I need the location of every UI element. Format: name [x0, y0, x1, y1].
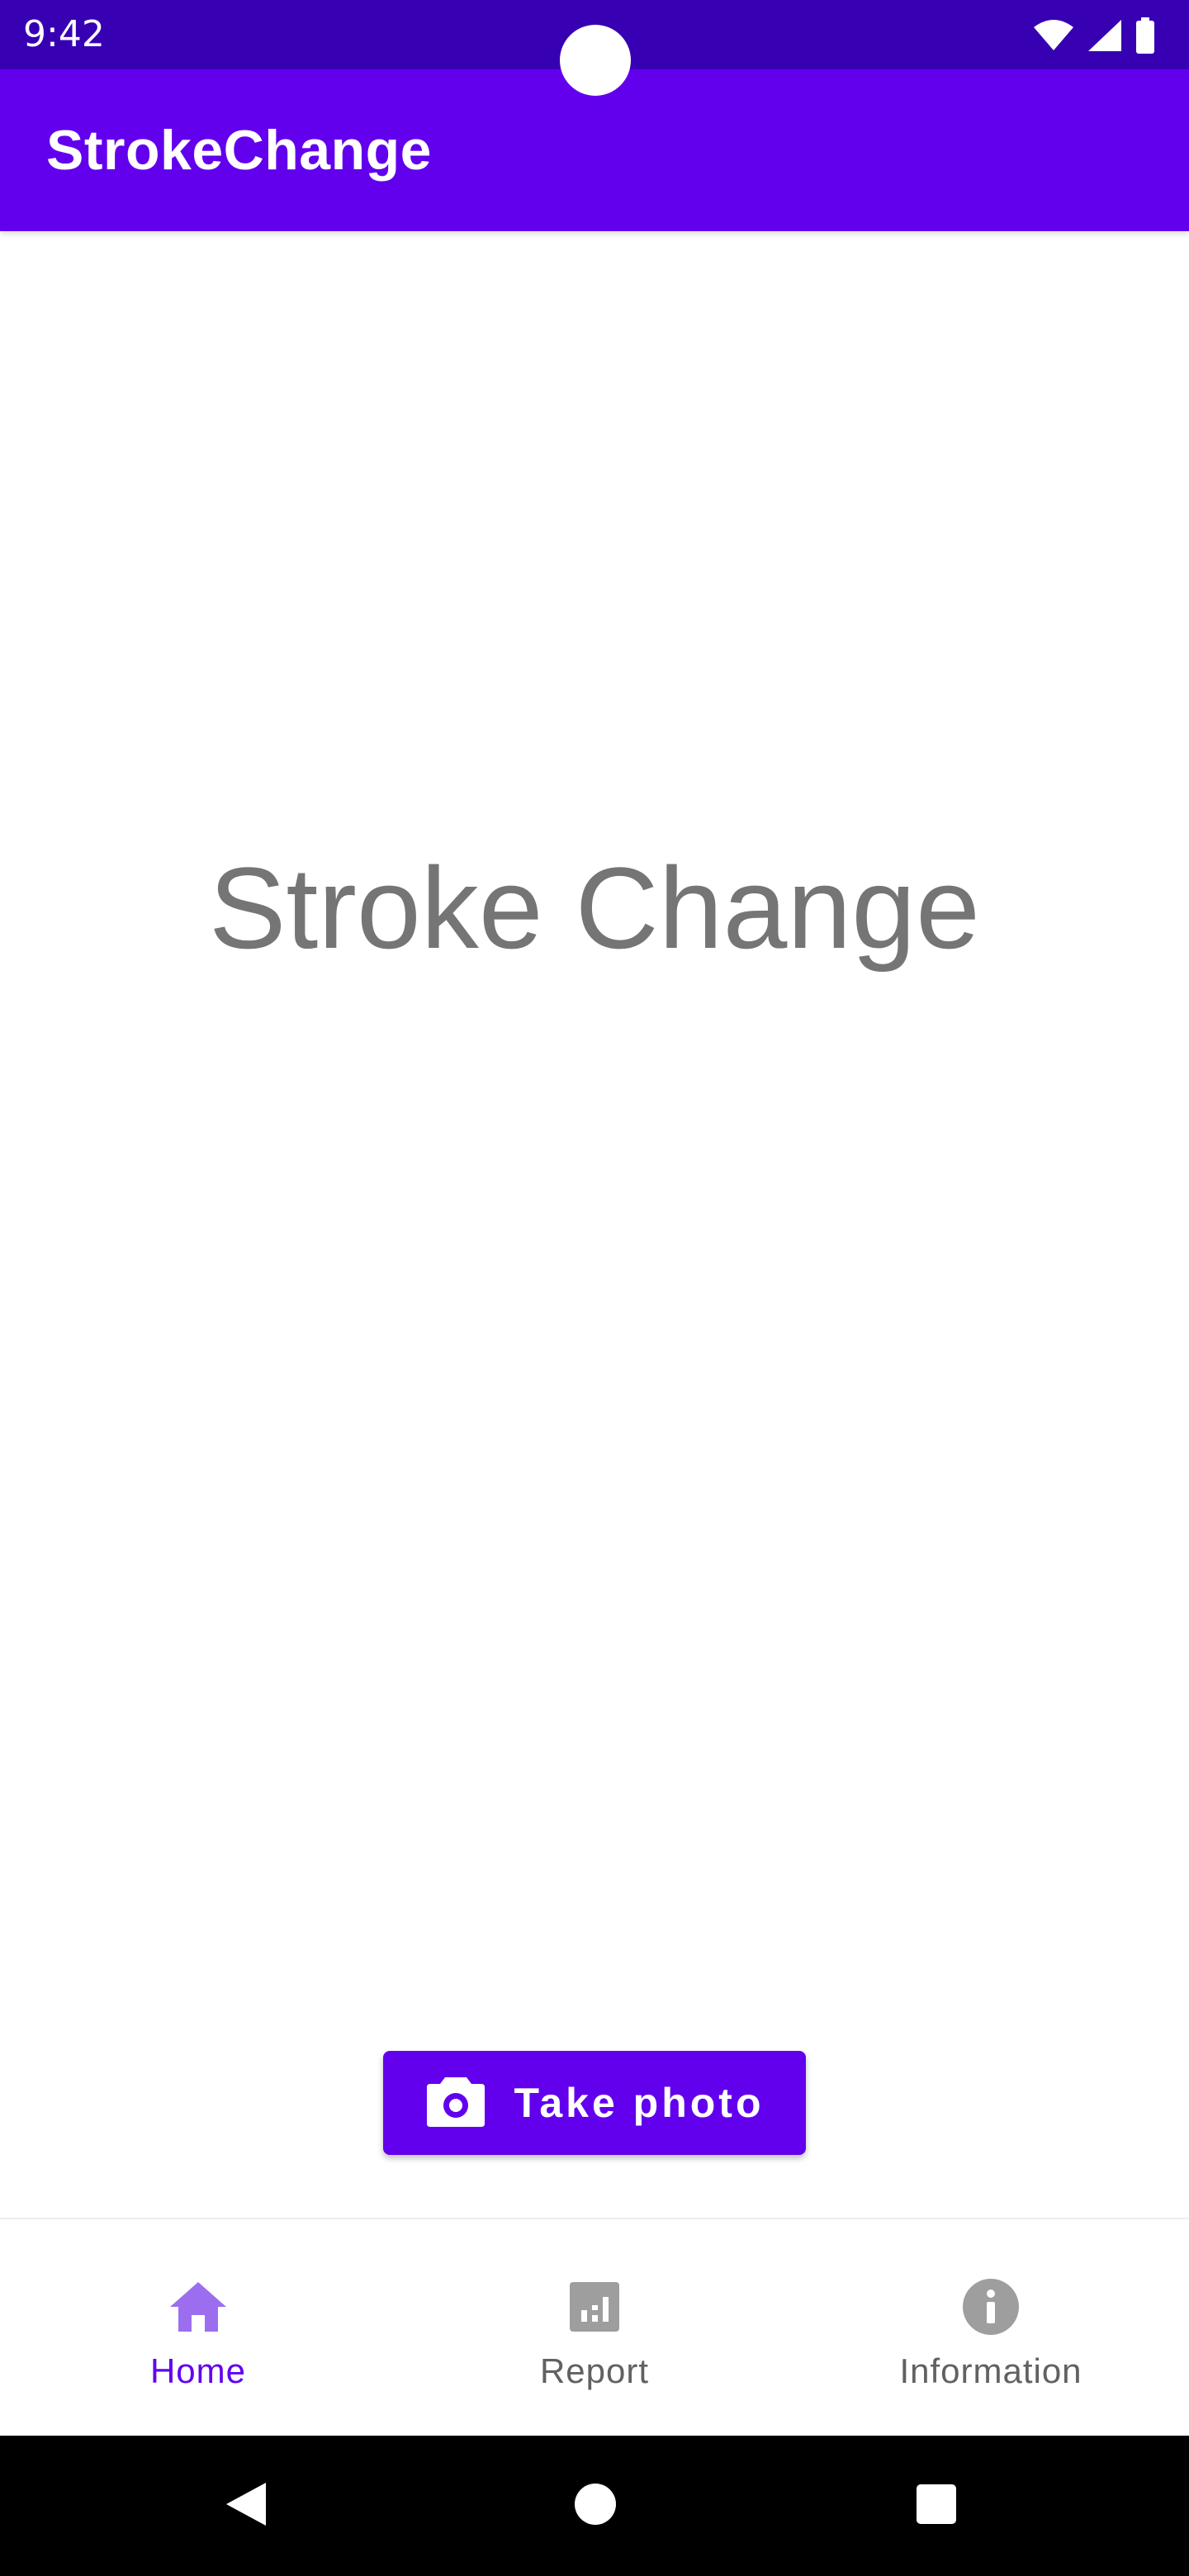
- info-icon: [961, 2277, 1021, 2337]
- nav-label-report: Report: [539, 2351, 650, 2390]
- cell-signal-icon: [1087, 18, 1123, 53]
- take-photo-button[interactable]: Take photo: [383, 2051, 806, 2155]
- home-circle-icon[interactable]: [573, 2482, 618, 2530]
- home-icon: [168, 2277, 228, 2337]
- wifi-icon: [1032, 19, 1075, 52]
- battery-icon: [1135, 17, 1156, 54]
- nav-item-home[interactable]: Home: [0, 2219, 396, 2436]
- camera-icon: [425, 2074, 486, 2132]
- nav-label-home: Home: [149, 2351, 247, 2390]
- nav-label-information: Information: [899, 2351, 1082, 2390]
- app-title: StrokeChange: [46, 119, 432, 182]
- status-icons: [1032, 17, 1156, 54]
- app-screen: 9:42 StrokeChange Stroke Change Take pho…: [0, 0, 1189, 2576]
- camera-cutout: [560, 25, 631, 96]
- status-time: 9:42: [23, 13, 105, 55]
- recents-icon[interactable]: [915, 2483, 958, 2529]
- system-navigation-bar: [0, 2436, 1189, 2576]
- bottom-navigation: Home Report Information: [0, 2218, 1189, 2436]
- back-icon[interactable]: [223, 2479, 269, 2532]
- page-title: Stroke Change: [209, 843, 980, 973]
- report-chart-icon: [565, 2277, 624, 2337]
- nav-item-report[interactable]: Report: [396, 2219, 793, 2436]
- take-photo-label: Take photo: [514, 2080, 765, 2126]
- nav-item-information[interactable]: Information: [793, 2219, 1189, 2436]
- main-content: Stroke Change Take photo: [0, 231, 1189, 2218]
